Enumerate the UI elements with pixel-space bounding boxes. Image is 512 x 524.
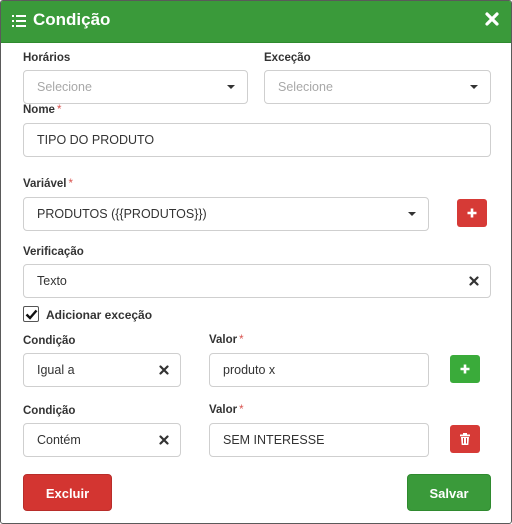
variavel-select[interactable]: PRODUTOS ({{PRODUTOS}}) <box>23 197 429 231</box>
clear-icon[interactable] <box>469 276 479 286</box>
valor-input[interactable]: produto x <box>209 353 429 387</box>
condicao-select[interactable]: Contém <box>23 423 181 457</box>
add-variable-button[interactable] <box>457 199 487 227</box>
condicao-select[interactable]: Igual a <box>23 353 181 387</box>
horarios-placeholder: Selecione <box>37 80 92 94</box>
condicao-label: Condição <box>23 335 76 347</box>
salvar-button[interactable]: Salvar <box>407 474 491 511</box>
required-mark: * <box>68 178 73 190</box>
nome-label: Nome * <box>23 104 62 116</box>
condicao-value: Contém <box>37 433 81 447</box>
valor-value: produto x <box>223 363 276 377</box>
nome-value: TIPO DO PRODUTO <box>37 133 155 147</box>
list-icon <box>12 15 26 27</box>
plus-icon <box>467 208 477 218</box>
add-rule-button[interactable] <box>450 355 480 383</box>
condicao-value: Igual a <box>37 363 75 377</box>
nome-input[interactable]: TIPO DO PRODUTO <box>23 123 491 157</box>
chevron-down-icon <box>227 85 235 89</box>
close-icon[interactable] <box>484 11 500 27</box>
trash-icon <box>460 433 470 445</box>
valor-label: Valor * <box>209 334 244 346</box>
valor-value: SEM INTERESSE <box>223 433 325 447</box>
delete-rule-button[interactable] <box>450 425 480 453</box>
excecao-label: Exceção <box>264 52 311 64</box>
required-mark: * <box>56 104 62 116</box>
verificacao-value: Texto <box>37 274 67 288</box>
horarios-label: Horários <box>23 52 71 64</box>
clear-icon[interactable] <box>159 365 169 375</box>
dialog-header: Condição <box>1 1 511 43</box>
dialog-title: Condição <box>33 10 111 29</box>
adicionar-excecao-checkbox[interactable] <box>23 306 39 322</box>
variavel-label: Variável * <box>23 178 73 190</box>
chevron-down-icon <box>408 212 416 216</box>
required-mark: * <box>239 334 244 346</box>
condition-dialog: Condição Horários Selecione Exceção Sele… <box>0 0 512 524</box>
plus-icon <box>460 364 470 374</box>
excluir-button[interactable]: Excluir <box>23 474 112 511</box>
adicionar-excecao-label: Adicionar exceção <box>46 308 153 322</box>
verificacao-select[interactable]: Texto <box>23 264 491 298</box>
excecao-placeholder: Selecione <box>278 80 333 94</box>
chevron-down-icon <box>470 85 478 89</box>
valor-input[interactable]: SEM INTERESSE <box>209 423 429 457</box>
variavel-value: PRODUTOS ({{PRODUTOS}}) <box>37 207 207 221</box>
condicao-label: Condição <box>23 405 76 417</box>
verificacao-label: Verificação <box>23 246 84 258</box>
excecao-select[interactable]: Selecione <box>264 70 491 104</box>
horarios-select[interactable]: Selecione <box>23 70 248 104</box>
checkmark-icon <box>25 309 38 320</box>
valor-label: Valor * <box>209 404 244 416</box>
required-mark: * <box>239 404 244 416</box>
clear-icon[interactable] <box>159 435 169 445</box>
